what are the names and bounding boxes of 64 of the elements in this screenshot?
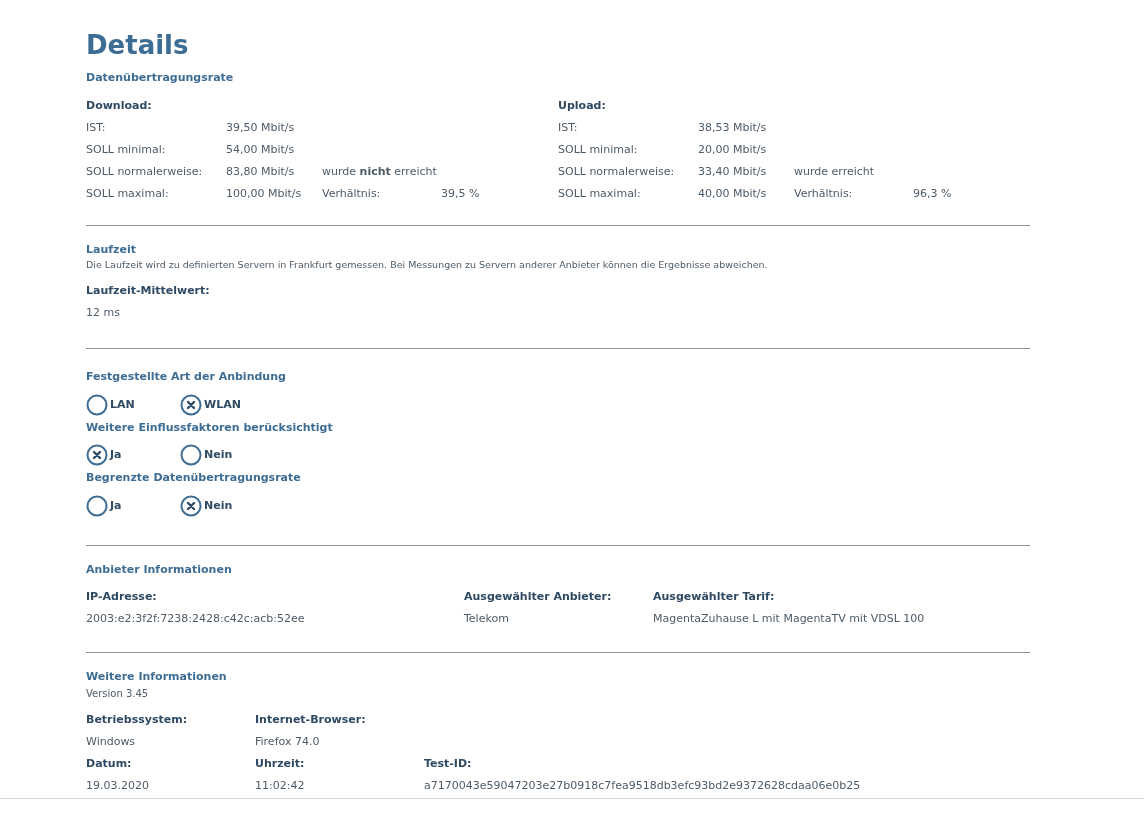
metric-value: 100,00 Mbit/s <box>226 185 303 202</box>
metric-value: 83,80 Mbit/s <box>226 163 296 180</box>
radio-button[interactable] <box>180 494 202 517</box>
section-heading: Weitere Informationen <box>86 669 228 686</box>
version-text: Version 3.45 <box>86 686 150 701</box>
note-text: Verhältnis: <box>322 185 382 202</box>
metric-value: 20,00 Mbit/s <box>698 141 768 158</box>
radio-label: Ja <box>110 497 122 514</box>
field-value: 19.03.2020 <box>86 777 150 794</box>
metric-value: 38,53 Mbit/s <box>698 119 768 136</box>
field-value: Windows <box>86 733 137 750</box>
field-label: IP-Adresse: <box>86 589 158 606</box>
group-label: Download: <box>86 97 153 114</box>
note-text: Verhältnis: <box>794 185 854 202</box>
group-label: Upload: <box>558 97 607 114</box>
radio-button[interactable] <box>86 444 108 467</box>
radio-label: Ja <box>110 447 122 463</box>
note-text: wurde nicht erreicht <box>322 163 437 180</box>
field-label: Ausgewählter Tarif: <box>653 589 776 606</box>
field-value: a7170043e59047203e27b0918c7fea9518db3efc93bd2e9372628cdaa06e0b25 <box>424 777 861 794</box>
group-heading: Begrenzte Datenübertragungsrate <box>86 470 302 487</box>
field-label: Betriebssystem: <box>86 711 189 728</box>
field-value: 2003:e2:3f2f:7238:2428:c42c:acb:52ee <box>86 611 306 628</box>
section-heading: Datenübertragungsrate <box>86 70 235 86</box>
field-value: Telekom <box>464 611 510 628</box>
section-heading: Anbieter Informationen <box>86 561 233 578</box>
section-heading: Laufzeit <box>86 241 137 258</box>
radio-button[interactable] <box>180 444 202 467</box>
radio-button[interactable] <box>86 494 108 517</box>
radio-label: Nein <box>204 447 233 463</box>
metric-label: SOLL maximal: <box>558 185 642 202</box>
metric-value: 40,00 Mbit/s <box>698 185 768 202</box>
group-heading: Festgestellte Art der Anbindung <box>86 369 287 386</box>
radio-button[interactable] <box>86 393 108 416</box>
field-value: MagentaZuhause L mit MagentaTV mit VDSL 100 <box>653 611 926 628</box>
metric-label: SOLL maximal: <box>86 185 170 202</box>
note-text: wurde erreicht <box>794 163 875 180</box>
metric-value: 39,50 Mbit/s <box>226 119 296 136</box>
radio-label: LAN <box>110 396 135 413</box>
field-value: 12 ms <box>86 305 121 322</box>
field-label: Test-ID: <box>424 755 473 772</box>
metric-label: IST: <box>86 119 107 136</box>
radio-label: Nein <box>204 497 233 514</box>
metric-value: 54,00 Mbit/s <box>226 141 296 158</box>
metric-label: SOLL minimal: <box>86 141 167 158</box>
metric-label: SOLL minimal: <box>558 141 639 158</box>
field-label: Datum: <box>86 755 133 772</box>
field-label: Laufzeit-Mittelwert: <box>86 283 211 300</box>
group-heading: Weitere Einflussfaktoren berücksichtigt <box>86 419 334 436</box>
ratio-value: 96,3 % <box>913 185 952 202</box>
ratio-value: 39,5 % <box>441 185 480 202</box>
metric-label: IST: <box>558 119 579 136</box>
metric-value: 33,40 Mbit/s <box>698 163 768 180</box>
field-label: Internet-Browser: <box>255 711 366 728</box>
field-label: Ausgewählter Anbieter: <box>464 589 613 606</box>
field-label: Uhrzeit: <box>255 755 306 772</box>
section-description: Die Laufzeit wird zu definierten Servern in Frankfurt gemessen. Bei Messungen zu Servern anderer Anbieter können die Ergebnisse abweichen. <box>86 258 769 272</box>
metric-label: SOLL normalerweise: <box>86 163 204 180</box>
metric-label: SOLL normalerweise: <box>558 163 676 180</box>
field-value: Firefox 74.0 <box>255 733 321 750</box>
radio-label: WLAN <box>204 396 241 413</box>
radio-button[interactable] <box>180 393 202 416</box>
page-title: Details <box>86 29 190 62</box>
field-value: 11:02:42 <box>255 777 306 794</box>
